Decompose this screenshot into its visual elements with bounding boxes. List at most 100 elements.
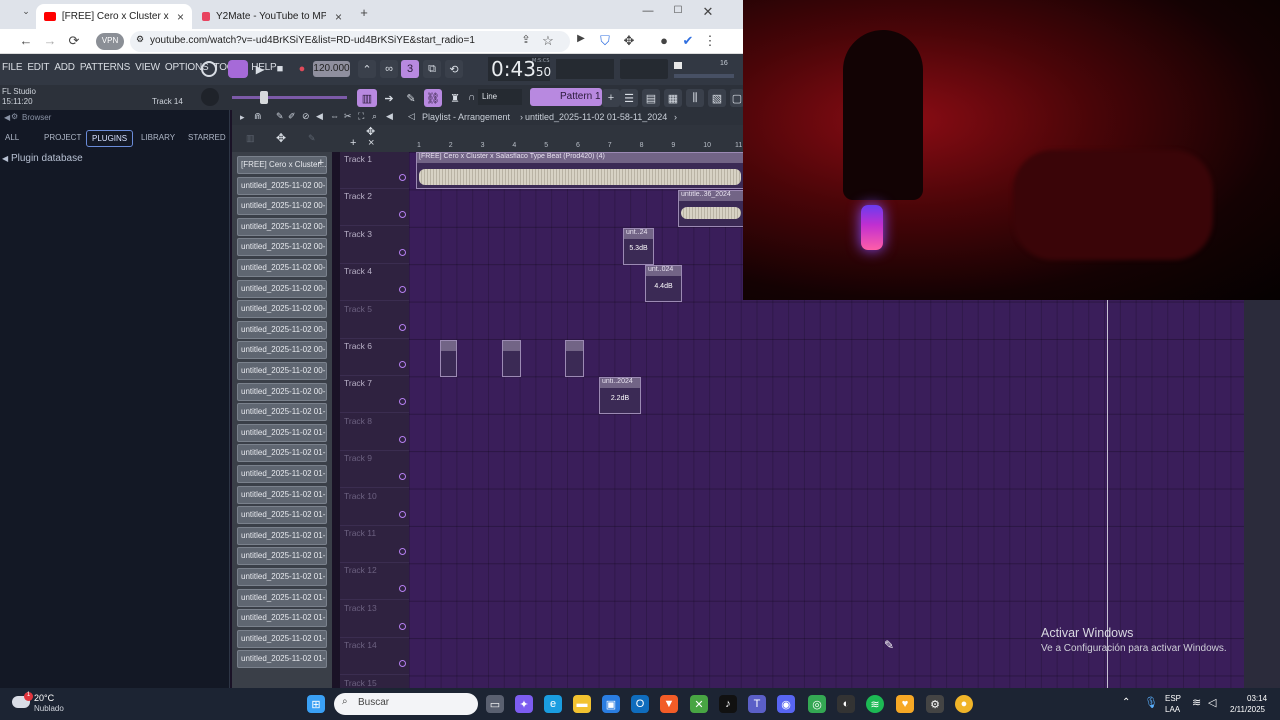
track-header[interactable]: Track 12 <box>340 563 409 601</box>
app-icon[interactable]: ⚙ <box>926 695 944 713</box>
clip-source-item[interactable]: untitled_2025-11-02 00-... <box>237 362 327 380</box>
clip-source-item[interactable]: untitled_2025-11-02 00-... <box>237 382 327 401</box>
clip-source-item[interactable]: untitled_2025-11-02 01-... <box>237 526 327 545</box>
track-enable-icon[interactable] <box>399 548 406 555</box>
track-header[interactable]: Track 11 <box>340 526 409 563</box>
menu-patterns[interactable]: PATTERNS <box>80 62 130 73</box>
file-explorer-icon[interactable]: ▬ <box>573 695 591 713</box>
edit-icon[interactable]: ✎ <box>308 133 316 144</box>
wait-input-button[interactable]: ∞ <box>380 60 398 78</box>
clip-source-item[interactable]: untitled_2025-11-02 01-... <box>237 485 327 504</box>
track-header[interactable]: Track 7 <box>340 376 409 414</box>
track-enable-icon[interactable] <box>399 361 406 368</box>
play-button[interactable]: ▶ <box>251 60 269 78</box>
slider-handle-icon[interactable] <box>260 91 268 104</box>
menu-add[interactable]: ADD <box>54 62 75 73</box>
track-enable-icon[interactable] <box>399 510 406 518</box>
metronome-button[interactable]: ⌃ <box>358 60 376 78</box>
loop-record-button[interactable]: ⟲ <box>445 60 463 78</box>
track-enable-icon[interactable] <box>399 435 406 443</box>
pencil-tool-icon[interactable]: ✎ <box>276 111 284 122</box>
track-header[interactable]: Track 5 <box>340 302 409 339</box>
clip-source-item[interactable]: untitled_2025-11-02 01-... <box>237 506 327 525</box>
track-header[interactable]: Track 8 <box>340 414 409 451</box>
clip-source-item[interactable]: untitled_2025-11-02 01-... <box>237 465 327 483</box>
lang-code[interactable]: ESP <box>1165 694 1181 703</box>
clip-source-item[interactable]: untitled_2025-11-02 00-... <box>237 217 327 236</box>
vpn-badge[interactable]: VPN <box>96 33 124 50</box>
track-enable-icon[interactable] <box>399 286 406 294</box>
track-header[interactable]: Track 4 <box>340 264 409 302</box>
track-enable-icon[interactable] <box>399 211 406 219</box>
brave-icon[interactable]: ▼ <box>660 695 678 713</box>
chrome-menu-icon[interactable]: ⋮ <box>702 33 718 49</box>
pianoroll-window-button[interactable]: ▦ <box>664 89 682 107</box>
clip-source-item[interactable]: untitled_2025-11-02 00-... <box>237 259 327 277</box>
outlook-icon[interactable]: O <box>631 695 649 713</box>
track-enable-icon[interactable] <box>399 473 406 481</box>
clip-source-item[interactable]: untitled_2025-11-02 00-... <box>237 341 327 360</box>
task-view-icon[interactable]: ▭ <box>486 695 504 713</box>
wifi-icon[interactable]: ≋ <box>1192 696 1201 709</box>
new-tab-icon[interactable]: + <box>356 5 372 20</box>
clip-source-item[interactable]: untitled_2025-11-02 01-... <box>237 629 327 648</box>
tray-chevron-icon[interactable]: ⌃ <box>1122 697 1130 708</box>
clip-source-item[interactable]: untitled_2025-11-02 00-... <box>237 197 327 216</box>
track-header[interactable]: Track 1 <box>340 152 409 189</box>
magnet-icon[interactable]: ∩ <box>468 92 475 103</box>
blend-notes-button[interactable]: ⧉ <box>423 60 441 78</box>
audio-clip-track4[interactable]: unt..024 4.4dB <box>645 265 682 302</box>
track-header[interactable]: Track 14 <box>340 638 409 676</box>
security-icon[interactable]: ✔ <box>680 33 696 49</box>
timeline-ruler[interactable]: 1 2 3 4 5 6 7 8 9 10 11 <box>409 140 744 152</box>
select-tool-icon[interactable]: ⛶ <box>358 111 364 122</box>
audio-clip-track6-b[interactable] <box>502 340 521 377</box>
address-bar[interactable]: ⚙ youtube.com/watch?v=-ud4BrKSiYE&list=R… <box>130 31 570 52</box>
minimize-icon[interactable]: — <box>640 5 656 17</box>
clip-source-item[interactable]: untitled_2025-11-02 01-... <box>237 547 327 566</box>
teams-icon[interactable]: T <box>748 695 766 713</box>
zoom-tool-icon[interactable]: ⌕ <box>372 111 377 122</box>
speaker-icon[interactable]: ◁ <box>408 111 415 122</box>
clip-source-item[interactable]: untitled_2025-11-02 00-... <box>237 320 327 339</box>
countdown-button[interactable]: 3 <box>401 60 419 78</box>
mic-icon[interactable]: 🎙 <box>1144 696 1158 709</box>
track-enable-icon[interactable] <box>399 174 406 181</box>
mixer-button[interactable]: ⫼ <box>686 89 704 107</box>
back-icon[interactable]: ← <box>18 33 34 48</box>
extensions-icon[interactable]: ✥ <box>621 33 637 49</box>
track-enable-icon[interactable] <box>399 622 406 630</box>
menu-view[interactable]: VIEW <box>135 62 160 73</box>
clock-time[interactable]: 03:14 <box>1247 694 1267 703</box>
clip-source-item[interactable]: untitled_2025-11-02 01-... <box>237 444 327 463</box>
clip-source-item[interactable]: untitled_2025-11-02 00-... <box>237 300 327 319</box>
mute-tool-icon[interactable]: ◀ <box>316 111 323 122</box>
copilot-icon[interactable]: ✦ <box>515 695 533 713</box>
playback-tool-icon[interactable]: ◀ <box>386 111 393 122</box>
master-pitch-slider[interactable] <box>232 96 347 99</box>
record-button[interactable]: ● <box>293 60 311 78</box>
add-track-icon[interactable]: + <box>350 137 356 149</box>
audio-clip-track3[interactable]: unt..24 5.3dB <box>623 228 654 265</box>
track-enable-icon[interactable] <box>399 398 406 406</box>
menu-file[interactable]: FILE <box>2 62 23 73</box>
piano-roll-button[interactable]: ▥ <box>357 89 377 107</box>
playlist-menu-icon[interactable]: ▸ <box>240 112 245 123</box>
clip-source-item[interactable]: + [FREE] Cero x Cluster... <box>237 156 327 174</box>
stop-button[interactable]: ■ <box>271 60 289 78</box>
tree-item-plugin-database[interactable]: ◀ Plugin database <box>2 153 83 164</box>
arrow-tool-icon[interactable]: ➔ <box>380 89 398 107</box>
clip-source-item[interactable]: untitled_2025-11-02 01-... <box>237 403 327 422</box>
draw-tool-icon[interactable]: ✎ <box>402 89 420 107</box>
chrome-icon[interactable]: ◎ <box>808 695 826 713</box>
fl-studio-icon[interactable]: ♥ <box>896 695 914 713</box>
forward-icon[interactable]: → <box>42 33 58 48</box>
slice-tool-icon[interactable]: ✂ <box>344 111 352 122</box>
track-enable-icon[interactable] <box>399 248 406 256</box>
bookmark-star-icon[interactable]: ☆ <box>540 33 556 49</box>
scroll-move-icon[interactable]: ✥ <box>366 125 375 138</box>
clip-source-item[interactable]: untitled_2025-11-02 01-... <box>237 588 327 607</box>
audio-clip-track7[interactable]: unti..2024 2.2dB <box>599 377 641 414</box>
tab-youtube[interactable]: [FREE] Cero x Cluster x Salasflac × <box>36 4 192 29</box>
vpn-app-icon[interactable]: ● <box>955 695 973 713</box>
